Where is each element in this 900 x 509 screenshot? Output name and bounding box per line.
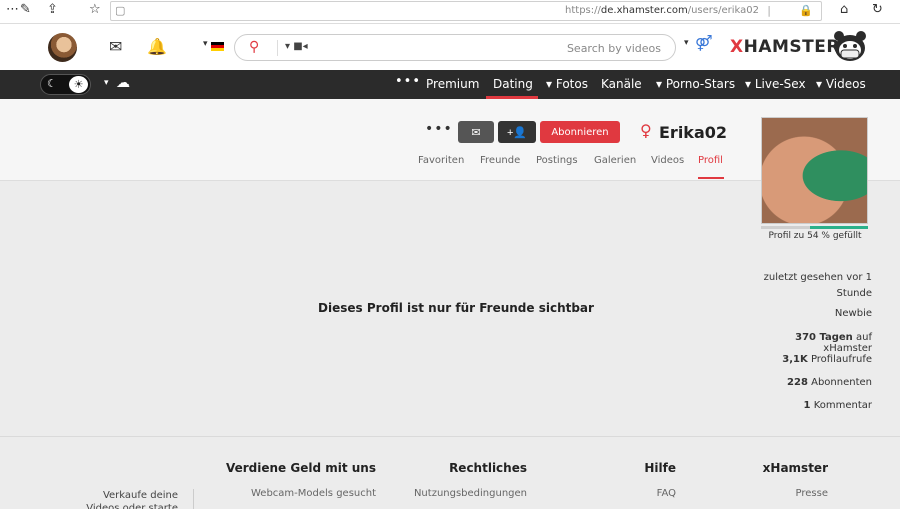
tab-videos[interactable]: Videos <box>651 155 684 166</box>
extensions-icon[interactable]: ✎ <box>20 2 31 17</box>
footer-link-nutzungsbedingungen[interactable]: Nutzungsbedingungen <box>414 488 527 499</box>
nav-item-videos[interactable]: ▾ Videos <box>816 77 866 91</box>
footer: xHamster Presse Hilfe FAQ Rechtliches Nu… <box>0 436 900 509</box>
add-friend-button[interactable]: +👤 <box>498 121 536 143</box>
reading-view-icon[interactable]: ▢ <box>115 4 125 17</box>
footer-divider <box>193 489 194 509</box>
tab-favoriten[interactable]: Favoriten <box>418 155 464 166</box>
nav-item-porno-stars[interactable]: ▾ Porno-Stars <box>656 77 735 91</box>
tab-postings[interactable]: Postings <box>536 155 578 166</box>
profile-completion-fill <box>810 226 868 229</box>
share-icon[interactable]: ⇪ <box>47 2 58 17</box>
profile-photo[interactable] <box>761 117 868 224</box>
stat-comments: 1 Kommentar <box>803 400 872 411</box>
more-actions-icon[interactable]: ••• <box>425 121 453 137</box>
stat-last-seen: zuletzt gesehen vor 1 Stunde <box>756 270 872 302</box>
footer-link-webcam-models[interactable]: Webcam-Models gesucht <box>251 488 376 499</box>
notifications-bell-icon[interactable]: 🔔 <box>147 37 167 56</box>
search-divider <box>277 40 278 56</box>
reload-icon[interactable]: ↻ <box>872 2 883 17</box>
url-separator: | <box>767 4 771 17</box>
upload-cloud-icon[interactable]: ☁ <box>116 75 130 91</box>
chevron-down-icon[interactable]: ▾ <box>684 38 689 48</box>
tab-freunde[interactable]: Freunde <box>480 155 520 166</box>
more-icon[interactable]: ⋯ <box>6 2 19 17</box>
send-message-button[interactable]: ✉ <box>458 121 494 143</box>
search-bar: ⚲ ▾ ■◂ <box>234 34 676 61</box>
chevron-down-icon[interactable]: ▾ <box>203 39 208 49</box>
private-profile-message: Dieses Profil ist nur für Freunde sichtb… <box>318 301 594 315</box>
chevron-down-icon[interactable]: ▾ <box>104 78 109 88</box>
url-text: https://de.xhamster.com/users/erika02 <box>565 5 759 16</box>
stat-subscribers: 228 Abonnenten <box>787 377 872 388</box>
profile-completion-label: Profil zu 54 % gefüllt <box>768 231 862 241</box>
messages-icon[interactable]: ✉ <box>109 37 122 56</box>
avatar[interactable] <box>48 33 77 62</box>
profile-name: Erika02 <box>659 123 728 142</box>
footer-title-verdiene-geld: Verdiene Geld mit uns <box>225 461 376 475</box>
home-icon[interactable]: ⌂ <box>840 2 848 17</box>
logo-text: XHAMSTER <box>730 37 840 57</box>
add-user-icon: +👤 <box>506 126 528 139</box>
nav-item-fotos[interactable]: ▾ Fotos <box>546 77 588 91</box>
search-input[interactable] <box>361 40 661 56</box>
footer-title-hilfe: Hilfe <box>644 461 676 475</box>
stat-level: Newbie <box>834 308 872 319</box>
subscribe-button[interactable]: Abonnieren <box>540 121 620 143</box>
address-bar[interactable]: ▢ https://de.xhamster.com/users/erika02 … <box>110 1 822 21</box>
moon-icon: ☾ <box>47 77 57 90</box>
nav-item-kanaele[interactable]: Kanäle <box>601 77 642 91</box>
footer-title-xhamster: xHamster <box>762 461 828 475</box>
search-icon[interactable]: ⚲ <box>249 39 259 55</box>
orientation-icon[interactable]: ⚤ <box>695 34 713 52</box>
nav-more-icon[interactable]: ••• <box>395 74 421 89</box>
envelope-icon: ✉ <box>471 126 481 139</box>
lock-icon[interactable]: 🔒 <box>799 4 813 17</box>
stat-profile-views: 3,1K Profilaufrufe <box>782 354 872 365</box>
nav-item-live-sex[interactable]: ▾ Live-Sex <box>745 77 806 91</box>
profile-completion-bar <box>761 226 868 229</box>
nav-item-premium[interactable]: Premium <box>426 77 479 91</box>
stat-last-seen-line1: zuletzt gesehen vor 1 <box>763 272 872 283</box>
dark-mode-toggle[interactable]: ☾ ☀ <box>40 74 91 95</box>
language-flag-de-icon[interactable] <box>211 42 224 51</box>
browser-toolbar: ⋯ ✎ ⇪ ☆ ▢ https://de.xhamster.com/users/… <box>0 0 900 24</box>
footer-link-presse[interactable]: Presse <box>796 488 828 499</box>
main-nav: ☾ ☀ ▾ ☁ ••• Premium Dating ▾ Fotos Kanäl… <box>0 70 900 99</box>
footer-link-faq[interactable]: FAQ <box>657 488 676 499</box>
stat-last-seen-line2: Stunde <box>836 288 872 299</box>
tab-galerien[interactable]: Galerien <box>594 155 636 166</box>
female-gender-icon: ♀ <box>640 121 652 140</box>
favorite-star-icon[interactable]: ☆ <box>89 2 101 17</box>
tab-profil[interactable]: Profil <box>698 155 723 166</box>
nav-item-dating[interactable]: Dating <box>493 77 533 91</box>
stat-member-since: 370 Tagen auf xHamster <box>795 332 872 354</box>
site-header: ✉ 🔔 ▾ ⚲ ▾ ■◂ ▾ ⚤ XHAMSTER <box>0 24 900 70</box>
video-camera-icon[interactable]: ▾ ■◂ <box>285 41 308 52</box>
tab-active-indicator <box>698 177 724 179</box>
footer-sell-videos-note[interactable]: Verkaufe deine Videos oder starte eine C… <box>70 489 178 509</box>
hamster-mascot-icon <box>834 31 866 61</box>
sun-icon: ☀ <box>69 76 88 93</box>
footer-title-rechtliches: Rechtliches <box>449 461 527 475</box>
